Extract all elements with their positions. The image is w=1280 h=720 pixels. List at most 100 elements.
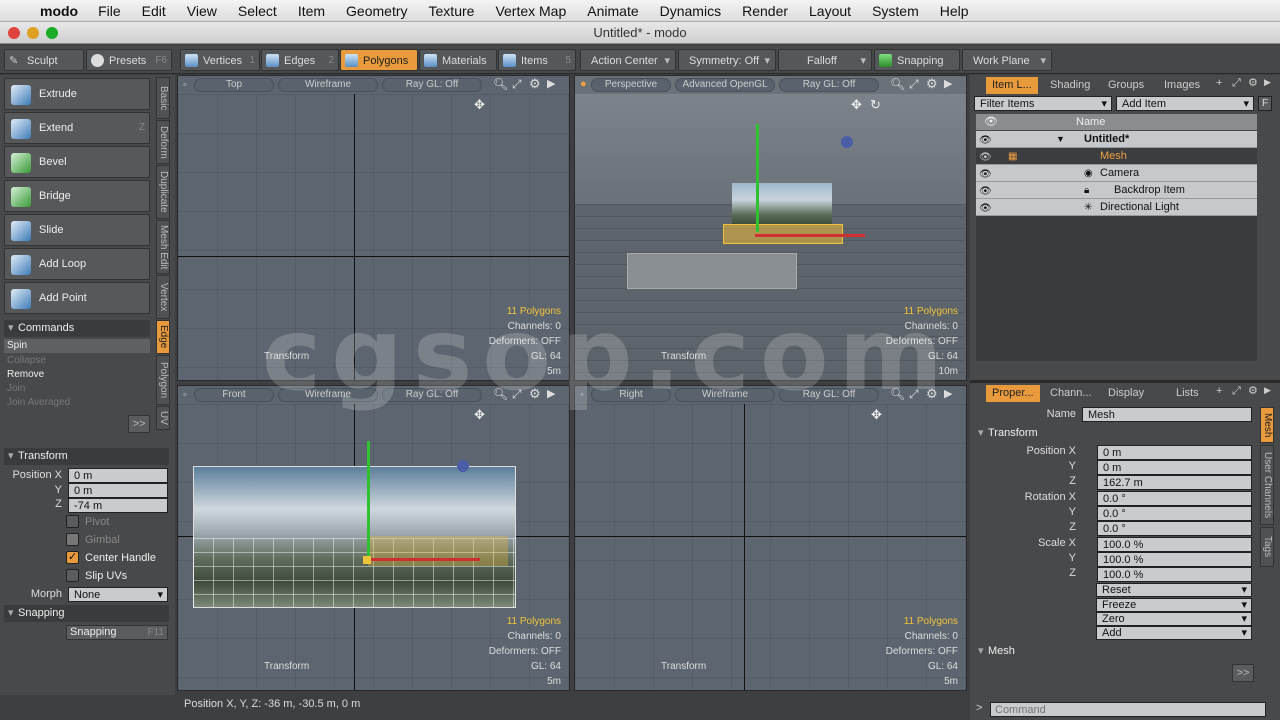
x-axis-handle[interactable] <box>755 234 865 237</box>
x-axis-handle[interactable] <box>370 558 480 561</box>
menu-help[interactable]: Help <box>940 3 969 19</box>
minimize-window-button[interactable] <box>27 27 39 39</box>
menu-animate[interactable]: Animate <box>587 3 638 19</box>
slide-tool-button[interactable]: Slide <box>4 214 150 246</box>
view-type-button[interactable]: Top <box>194 78 274 92</box>
polygons-mode-button[interactable]: Polygons <box>340 49 418 71</box>
menu-file[interactable]: File <box>98 3 121 19</box>
maximize-icon[interactable]: ⤢ <box>512 77 522 92</box>
position-y-field[interactable]: 0 m <box>68 483 168 498</box>
tab-properties[interactable]: Proper... <box>986 385 1040 402</box>
eye-icon[interactable]: 👁︎ <box>979 183 992 200</box>
viewport-menu-icon[interactable]: ◦ <box>183 79 187 91</box>
menu-view[interactable]: View <box>187 3 217 19</box>
commands-header[interactable]: Commands <box>4 320 150 337</box>
filter-button[interactable]: F <box>1258 96 1272 111</box>
add-loop-tool-button[interactable]: Add Loop <box>4 248 150 280</box>
maximize-icon[interactable]: ⤢ <box>512 387 522 402</box>
rotation-handle[interactable] <box>457 460 469 472</box>
tab-mesh-edit[interactable]: Mesh Edit <box>156 220 170 274</box>
raygl-button[interactable]: Ray GL: Off <box>382 78 482 92</box>
command-collapse[interactable]: Collapse <box>4 354 150 368</box>
viewport-top[interactable]: ◦ Top Wireframe Ray GL: Off 🔍︎ ⤢ ⚙ ▶ ✥ T… <box>177 75 570 381</box>
items-mode-button[interactable]: Items 5 <box>498 49 576 71</box>
presets-tab[interactable]: Presets F6 <box>86 49 172 71</box>
tab-edge[interactable]: Edge <box>156 320 170 354</box>
shading-button[interactable]: Wireframe <box>278 78 378 92</box>
center-handle-checkbox[interactable] <box>66 550 79 564</box>
search-icon[interactable]: 🔍︎ <box>493 77 508 91</box>
maximize-icon[interactable]: ⤢ <box>909 77 919 92</box>
snapping-button[interactable]: Snapping F11 <box>66 625 168 640</box>
symmetry-dropdown[interactable]: Symmetry: Off <box>678 49 776 72</box>
eye-icon[interactable]: 👁︎ <box>979 200 992 217</box>
move-icon[interactable]: ✥ <box>474 97 485 113</box>
play-icon[interactable]: ▶ <box>547 387 555 400</box>
item-row-mesh[interactable]: 👁︎ ▦ Mesh <box>976 148 1257 165</box>
edges-mode-button[interactable]: Edges 2 <box>261 49 339 71</box>
position-z-field[interactable]: -74 m <box>68 498 168 513</box>
pivot-checkbox[interactable] <box>66 515 79 528</box>
action-center-dropdown[interactable]: Action Center <box>580 49 676 72</box>
bridge-tool-button[interactable]: Bridge <box>4 180 150 212</box>
raygl-button[interactable]: Ray GL: Off <box>779 78 879 92</box>
morph-dropdown[interactable]: None ▾ <box>68 587 168 602</box>
tab-deform[interactable]: Deform <box>156 120 170 164</box>
rotation-handle[interactable] <box>841 136 853 148</box>
command-join[interactable]: Join <box>4 382 150 396</box>
menu-system[interactable]: System <box>872 3 919 19</box>
materials-mode-button[interactable]: Materials <box>419 49 497 71</box>
transform-header[interactable]: Transform <box>4 448 169 465</box>
falloff-dropdown[interactable]: Falloff <box>778 49 872 72</box>
move-icon[interactable]: ✥ <box>851 97 862 113</box>
tab-lists[interactable]: Lists <box>1170 385 1205 402</box>
tab-polygon[interactable]: Polygon <box>156 355 170 405</box>
raygl-button[interactable]: Ray GL: Off <box>779 388 879 402</box>
menu-layout[interactable]: Layout <box>809 3 851 19</box>
prop-scale-x-field[interactable]: 100.0 % <box>1097 537 1252 552</box>
eye-icon[interactable]: 👁︎ <box>979 149 992 166</box>
extend-tool-button[interactable]: Extend Z <box>4 112 150 144</box>
app-menu[interactable]: modo <box>40 3 78 19</box>
menu-render[interactable]: Render <box>742 3 788 19</box>
zoom-window-button[interactable] <box>46 27 58 39</box>
snapping-toggle[interactable]: Snapping <box>874 49 960 71</box>
y-axis-handle[interactable] <box>756 124 759 232</box>
play-icon[interactable]: ▶ <box>1264 77 1271 88</box>
tab-vertex[interactable]: Vertex <box>156 275 170 319</box>
tab-user-channels[interactable]: User Channels <box>1260 445 1274 525</box>
tab-basic[interactable]: Basic <box>156 77 170 119</box>
raygl-button[interactable]: Ray GL: Off <box>382 388 482 402</box>
prop-position-x-field[interactable]: 0 m <box>1097 445 1252 460</box>
viewport-menu-icon[interactable]: ● <box>580 78 587 90</box>
add-dropdown[interactable]: Add <box>1096 626 1252 640</box>
command-join-averaged[interactable]: Join Averaged <box>4 396 150 410</box>
viewport-perspective[interactable]: ● Perspective Advanced OpenGL Ray GL: Of… <box>574 75 967 381</box>
props-transform-header[interactable]: Transform <box>974 425 1254 442</box>
search-icon[interactable]: 🔍︎ <box>890 387 905 401</box>
freeze-dropdown[interactable]: Freeze <box>1096 598 1252 612</box>
prop-rotation-y-field[interactable]: 0.0 ° <box>1097 506 1252 521</box>
prop-rotation-z-field[interactable]: 0.0 ° <box>1097 521 1252 536</box>
item-row-directional-light[interactable]: 👁︎ ✳ Directional Light <box>976 199 1257 216</box>
menu-texture[interactable]: Texture <box>429 3 475 19</box>
prop-scale-z-field[interactable]: 100.0 % <box>1097 567 1252 582</box>
search-icon[interactable]: 🔍︎ <box>493 387 508 401</box>
search-icon[interactable]: 🔍︎ <box>890 77 905 91</box>
y-axis-handle[interactable] <box>367 441 370 561</box>
filter-items-dropdown[interactable]: Filter Items ▾ <box>974 96 1112 111</box>
maximize-icon[interactable]: ⤢ <box>909 387 919 402</box>
add-tab-icon[interactable]: + <box>1216 77 1222 89</box>
menu-select[interactable]: Select <box>238 3 277 19</box>
play-icon[interactable]: ▶ <box>1264 385 1271 396</box>
gear-icon[interactable]: ⚙ <box>529 76 541 92</box>
add-item-dropdown[interactable]: Add Item ▾ <box>1116 96 1254 111</box>
command-remove[interactable]: Remove <box>4 368 150 382</box>
view-type-button[interactable]: Right <box>591 388 671 402</box>
add-tab-icon[interactable]: + <box>1216 385 1222 397</box>
tab-groups[interactable]: Groups <box>1102 77 1150 94</box>
collapse-icon[interactable]: ▼ <box>1056 131 1065 148</box>
item-row-backdrop[interactable]: 👁︎ 🔒︎ Backdrop Item <box>976 182 1257 199</box>
gear-icon[interactable]: ⚙ <box>1248 76 1258 89</box>
properties-more-button[interactable]: >> <box>1232 664 1254 682</box>
